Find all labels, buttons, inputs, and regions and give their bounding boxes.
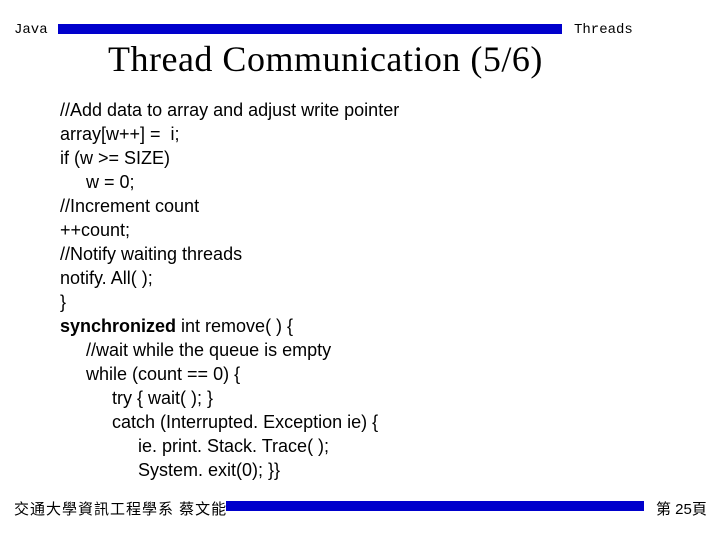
code-line: //wait while the queue is empty [60, 338, 680, 362]
code-line: //Notify waiting threads [60, 242, 680, 266]
code-line: try { wait( ); } [60, 386, 680, 410]
footer-accent-bar [226, 501, 644, 511]
code-line: ie. print. Stack. Trace( ); [60, 434, 680, 458]
header-accent-bar [58, 24, 562, 34]
code-line: System. exit(0); }} [60, 458, 680, 482]
keyword: synchronized [60, 316, 176, 336]
code-line: //Increment count [60, 194, 680, 218]
page-title: Thread Communication (5/6) [108, 38, 698, 80]
code-line: notify. All( ); [60, 266, 680, 290]
code-block: //Add data to array and adjust write poi… [60, 98, 680, 482]
code-line: while (count == 0) { [60, 362, 680, 386]
code-line: if (w >= SIZE) [60, 146, 680, 170]
code-line: array[w++] = i; [60, 122, 680, 146]
code-text: int remove( ) { [176, 316, 293, 336]
code-line: ++count; [60, 218, 680, 242]
header-right-label: Threads [574, 22, 633, 38]
code-line: synchronized int remove( ) { [60, 314, 680, 338]
code-line: catch (Interrupted. Exception ie) { [60, 410, 680, 434]
header-left-label: Java [14, 22, 48, 38]
code-line: } [60, 290, 680, 314]
code-line: w = 0; [60, 170, 680, 194]
code-line: //Add data to array and adjust write poi… [60, 98, 680, 122]
footer-left-label: 交通大學資訊工程學系 蔡文能 [14, 498, 227, 519]
footer-page-number: 第 25頁 [656, 498, 707, 519]
footer: 交通大學資訊工程學系 蔡文能 第 25頁 [0, 498, 720, 520]
